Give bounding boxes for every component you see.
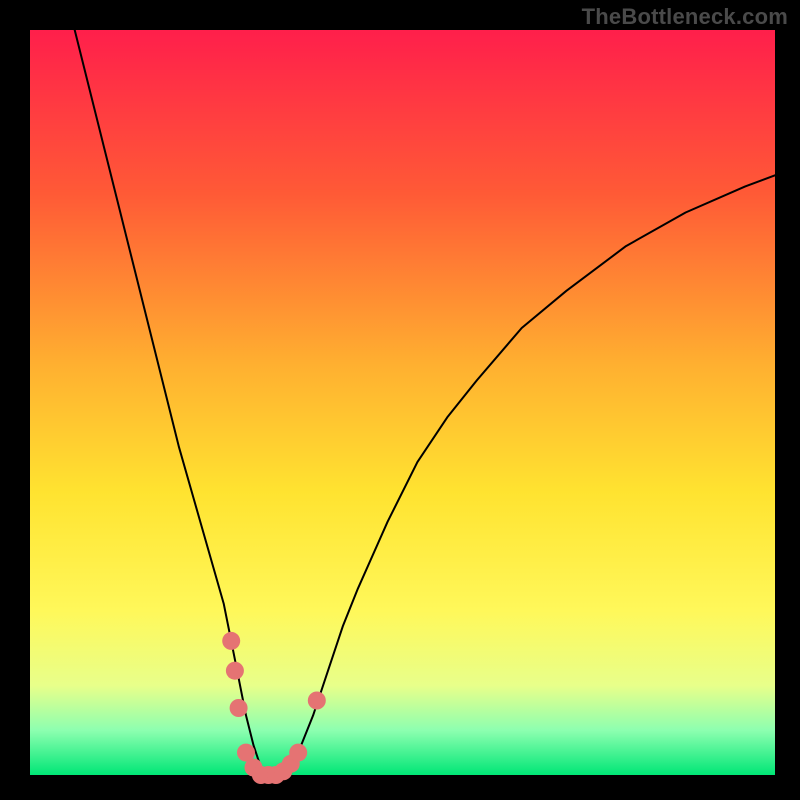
- marker-point: [222, 632, 240, 650]
- marker-point: [289, 744, 307, 762]
- chart-stage: TheBottleneck.com: [0, 0, 800, 800]
- marker-point: [308, 692, 326, 710]
- plot-background: [30, 30, 775, 775]
- marker-point: [230, 699, 248, 717]
- marker-point: [226, 662, 244, 680]
- bottleneck-chart: [0, 0, 800, 800]
- watermark-text: TheBottleneck.com: [582, 4, 788, 30]
